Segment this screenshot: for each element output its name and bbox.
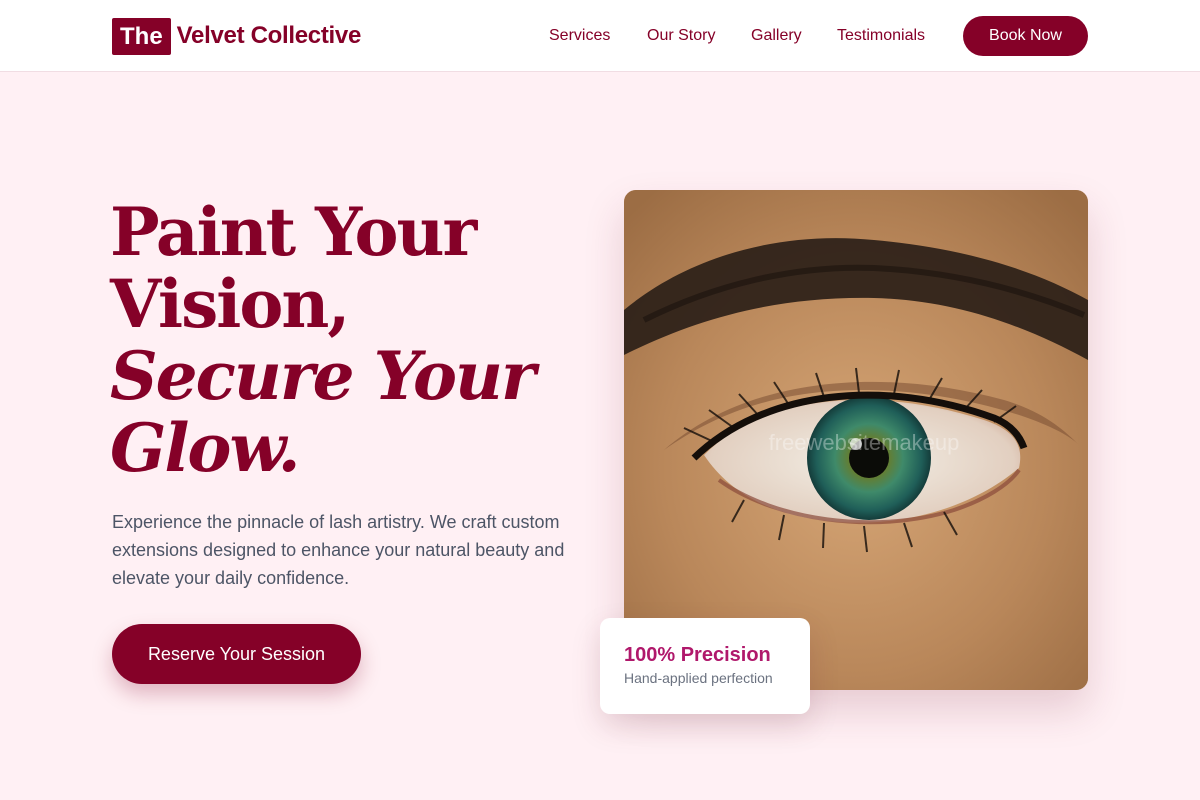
nav-testimonials[interactable]: Testimonials [837, 16, 925, 56]
book-now-button[interactable]: Book Now [963, 16, 1088, 56]
nav-gallery[interactable]: Gallery [751, 16, 802, 56]
nav-our-story[interactable]: Our Story [647, 16, 715, 56]
eye-illustration: freewebsitemakeup [624, 190, 1088, 690]
site-header: The Velvet Collective Services Our Story… [0, 0, 1200, 72]
hero-title-line: Paint Your [110, 193, 477, 271]
hero-title: Paint Your Vision, Secure Your Glow. [110, 196, 580, 484]
nav-services[interactable]: Services [549, 16, 610, 56]
precision-subtitle: Hand-applied perfection [624, 670, 773, 686]
hero-title-line-italic: Secure Your [110, 337, 536, 415]
hero-title-line: Vision, [110, 265, 350, 343]
hero-eye-image: freewebsitemakeup [624, 190, 1088, 690]
reserve-session-button[interactable]: Reserve Your Session [112, 624, 361, 684]
hero-description: Experience the pinnacle of lash artistry… [112, 512, 565, 588]
precision-badge: 100% Precision Hand-applied perfection [600, 618, 810, 714]
hero-title-line-italic: Glow. [110, 409, 301, 487]
precision-title: 100% Precision [624, 644, 771, 666]
image-watermark: freewebsitemakeup [769, 430, 960, 455]
